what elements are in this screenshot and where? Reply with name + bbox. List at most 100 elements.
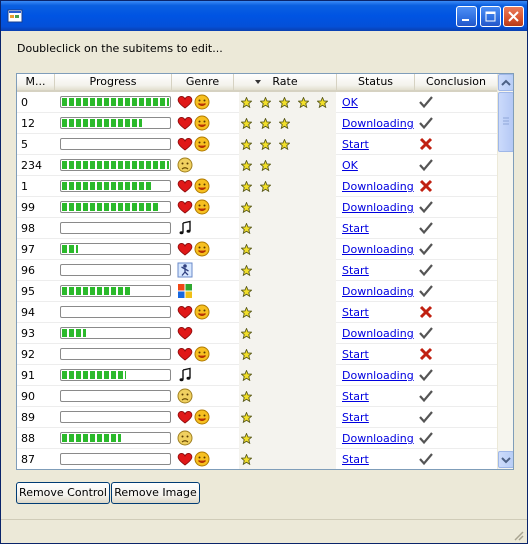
progress-bar[interactable]: [60, 138, 171, 150]
progress-bar[interactable]: [60, 243, 171, 255]
item-m-value[interactable]: 1: [21, 176, 55, 197]
title-bar[interactable]: [1, 1, 527, 31]
vertical-scrollbar[interactable]: [497, 74, 513, 469]
genre-cell[interactable]: [177, 115, 233, 132]
check-icon[interactable]: [418, 281, 434, 302]
genre-cell[interactable]: [177, 220, 233, 237]
rate-cell[interactable]: [239, 281, 336, 302]
column-header-progress[interactable]: Progress: [55, 74, 172, 90]
list-item[interactable]: 87 Start: [17, 449, 497, 469]
genre-cell[interactable]: [177, 262, 233, 279]
progress-bar[interactable]: [60, 96, 171, 108]
rate-cell[interactable]: [239, 92, 336, 113]
rate-cell[interactable]: [239, 218, 336, 239]
check-icon[interactable]: [418, 365, 434, 386]
genre-cell[interactable]: [177, 304, 233, 321]
item-m-value[interactable]: 98: [21, 218, 55, 239]
remove-image-button[interactable]: Remove Image: [111, 482, 200, 504]
check-icon[interactable]: [418, 407, 434, 428]
column-header-genre[interactable]: Genre: [172, 74, 234, 90]
genre-cell[interactable]: [177, 136, 233, 153]
item-m-value[interactable]: 87: [21, 449, 55, 469]
progress-bar[interactable]: [60, 117, 171, 129]
list-item[interactable]: 89 Start: [17, 407, 497, 428]
cross-icon[interactable]: [418, 302, 434, 323]
status-link[interactable]: OK: [342, 92, 417, 113]
rate-cell[interactable]: [239, 344, 336, 365]
genre-cell[interactable]: [177, 325, 233, 342]
rate-cell[interactable]: [239, 449, 336, 469]
list-item[interactable]: 94 Start: [17, 302, 497, 323]
progress-bar[interactable]: [60, 264, 171, 276]
check-icon[interactable]: [418, 449, 434, 469]
status-link[interactable]: Start: [342, 218, 417, 239]
column-header-conclusion[interactable]: Conclusion: [415, 74, 497, 90]
rate-cell[interactable]: [239, 260, 336, 281]
item-m-value[interactable]: 234: [21, 155, 55, 176]
status-link[interactable]: Start: [342, 302, 417, 323]
genre-cell[interactable]: [177, 346, 233, 363]
check-icon[interactable]: [418, 239, 434, 260]
status-link[interactable]: Start: [342, 449, 417, 469]
item-m-value[interactable]: 95: [21, 281, 55, 302]
genre-cell[interactable]: [177, 451, 233, 468]
list-item[interactable]: 93 Downloading: [17, 323, 497, 344]
status-link[interactable]: Start: [342, 260, 417, 281]
list-item[interactable]: 5 Start: [17, 134, 497, 155]
maximize-button[interactable]: [480, 6, 501, 27]
item-m-value[interactable]: 88: [21, 428, 55, 449]
check-icon[interactable]: [418, 197, 434, 218]
list-item[interactable]: 12 Downloading: [17, 113, 497, 134]
status-link[interactable]: OK: [342, 155, 417, 176]
status-link[interactable]: Start: [342, 344, 417, 365]
progress-bar[interactable]: [60, 411, 171, 423]
rate-cell[interactable]: [239, 407, 336, 428]
progress-bar[interactable]: [60, 285, 171, 297]
check-icon[interactable]: [418, 92, 434, 113]
genre-cell[interactable]: [177, 178, 233, 195]
list-item[interactable]: 1 Downloading: [17, 176, 497, 197]
check-icon[interactable]: [418, 113, 434, 134]
item-m-value[interactable]: 12: [21, 113, 55, 134]
genre-cell[interactable]: [177, 283, 233, 300]
status-link[interactable]: Downloading: [342, 365, 417, 386]
list-item[interactable]: 234 OK: [17, 155, 497, 176]
item-m-value[interactable]: 97: [21, 239, 55, 260]
rate-cell[interactable]: [239, 176, 336, 197]
rate-cell[interactable]: [239, 428, 336, 449]
genre-cell[interactable]: [177, 241, 233, 258]
cross-icon[interactable]: [418, 176, 434, 197]
item-m-value[interactable]: 5: [21, 134, 55, 155]
item-m-value[interactable]: 96: [21, 260, 55, 281]
progress-bar[interactable]: [60, 369, 171, 381]
item-m-value[interactable]: 0: [21, 92, 55, 113]
progress-bar[interactable]: [60, 327, 171, 339]
rate-cell[interactable]: [239, 239, 336, 260]
rate-cell[interactable]: [239, 323, 336, 344]
genre-cell[interactable]: [177, 388, 233, 405]
items-listview[interactable]: M... Progress Genre Rate Status Conclusi…: [16, 73, 514, 470]
rate-cell[interactable]: [239, 302, 336, 323]
item-m-value[interactable]: 89: [21, 407, 55, 428]
column-header-m[interactable]: M...: [17, 74, 55, 90]
close-button[interactable]: [503, 6, 524, 27]
status-link[interactable]: Downloading: [342, 113, 417, 134]
column-header-status[interactable]: Status: [337, 74, 415, 90]
progress-bar[interactable]: [60, 432, 171, 444]
scroll-thumb[interactable]: [498, 92, 513, 152]
item-m-value[interactable]: 90: [21, 386, 55, 407]
status-link[interactable]: Start: [342, 386, 417, 407]
list-item[interactable]: 95 Downloading: [17, 281, 497, 302]
progress-bar[interactable]: [60, 306, 171, 318]
check-icon[interactable]: [418, 428, 434, 449]
check-icon[interactable]: [418, 260, 434, 281]
progress-bar[interactable]: [60, 180, 171, 192]
genre-cell[interactable]: [177, 199, 233, 216]
genre-cell[interactable]: [177, 430, 233, 447]
column-header-rate[interactable]: Rate: [234, 74, 337, 90]
item-m-value[interactable]: 91: [21, 365, 55, 386]
progress-bar[interactable]: [60, 390, 171, 402]
list-item[interactable]: 92 Start: [17, 344, 497, 365]
rate-cell[interactable]: [239, 155, 336, 176]
list-item[interactable]: 88 Downloading: [17, 428, 497, 449]
